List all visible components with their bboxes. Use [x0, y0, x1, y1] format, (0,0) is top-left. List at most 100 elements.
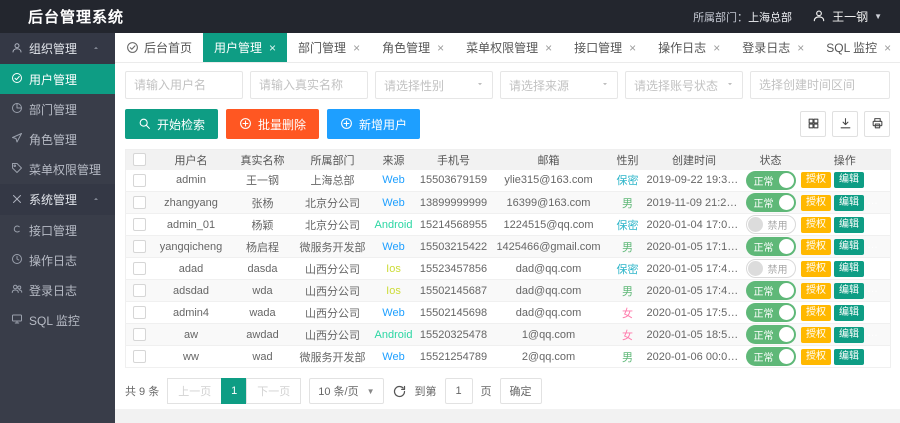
page-size-caret-down-icon: ▼	[367, 387, 375, 396]
cell-status: 正常	[742, 170, 800, 192]
page-size-select[interactable]: 10 条/页 ▼	[309, 378, 383, 404]
status-toggle[interactable]: 正常	[746, 303, 796, 322]
cell-phone: 13899999999	[419, 192, 489, 214]
status-toggle[interactable]: 正常	[746, 281, 796, 300]
sidebar-item[interactable]: 菜单权限管理	[0, 154, 115, 184]
row-checkbox[interactable]	[133, 262, 146, 275]
sidebar-group-label: 系统管理	[29, 191, 77, 208]
tab-item[interactable]: 接口管理×	[563, 33, 647, 62]
caret-down-icon	[726, 80, 734, 89]
auth-button[interactable]: 授权	[801, 305, 831, 321]
tab-close-icon[interactable]: ×	[269, 42, 276, 54]
total-count: 共 9 条	[125, 383, 159, 399]
select-all-checkbox[interactable]	[133, 153, 146, 166]
columns-button[interactable]	[800, 111, 826, 137]
row-checkbox[interactable]	[133, 350, 146, 363]
sidebar-group[interactable]: 系统管理	[0, 184, 115, 215]
auth-button[interactable]: 授权	[801, 261, 831, 277]
tab-item[interactable]: 登录日志×	[731, 33, 815, 62]
tab-item[interactable]: 角色管理×	[371, 33, 455, 62]
row-checkbox[interactable]	[133, 174, 146, 187]
goto-page-input[interactable]	[445, 378, 473, 404]
page-number-button[interactable]: 1	[221, 378, 247, 404]
goto-confirm-button[interactable]: 确定	[500, 378, 542, 404]
batch-delete-button[interactable]: 批量删除	[226, 109, 319, 139]
status-toggle-label: 正常	[754, 327, 774, 342]
row-checkbox[interactable]	[133, 218, 146, 231]
edit-button[interactable]: 编辑	[834, 195, 864, 211]
user-menu[interactable]: 王一钢 ▼	[812, 8, 882, 25]
edit-button[interactable]: 编辑	[834, 305, 864, 321]
auth-button[interactable]: 授权	[801, 239, 831, 255]
search-button[interactable]: 开始检索	[125, 109, 218, 139]
next-page-button[interactable]: 下一页	[246, 378, 301, 404]
sidebar-group[interactable]: 组织管理	[0, 33, 115, 64]
edit-button[interactable]: 编辑	[834, 217, 864, 233]
account-status-filter[interactable]: 请选择账号状态	[625, 71, 743, 99]
row-checkbox[interactable]	[133, 196, 146, 209]
tab-close-icon[interactable]: ×	[353, 42, 360, 54]
status-toggle[interactable]: 正常	[746, 347, 796, 366]
edit-button[interactable]: 编辑	[834, 172, 864, 188]
username-filter[interactable]	[125, 71, 243, 99]
sidebar-item[interactable]: 部门管理	[0, 94, 115, 124]
cell-phone: 15214568955	[419, 214, 489, 236]
tab-close-icon[interactable]: ×	[797, 42, 804, 54]
tab-close-icon[interactable]: ×	[437, 42, 444, 54]
source-filter[interactable]: 请选择来源	[500, 71, 618, 99]
cell-source: Android	[369, 324, 419, 346]
cell-email: 1425466@gmail.com	[489, 236, 609, 258]
add-user-button[interactable]: 新增用户	[327, 109, 420, 139]
auth-button[interactable]: 授权	[801, 283, 831, 299]
sidebar-item[interactable]: SQL 监控	[0, 305, 115, 335]
auth-button[interactable]: 授权	[801, 327, 831, 343]
cell-actions: 授权编辑删除	[800, 346, 891, 368]
edit-button[interactable]: 编辑	[834, 349, 864, 365]
edit-button[interactable]: 编辑	[834, 261, 864, 277]
auth-button[interactable]: 授权	[801, 349, 831, 365]
topbar-right: 所属部门：上海总部 王一钢 ▼	[693, 8, 900, 25]
refresh-button[interactable]	[392, 384, 407, 399]
auth-button[interactable]: 授权	[801, 195, 831, 211]
export-button[interactable]	[832, 111, 858, 137]
tab-item[interactable]: 部门管理×	[287, 33, 371, 62]
realname-filter[interactable]	[250, 71, 368, 99]
row-checkbox[interactable]	[133, 306, 146, 319]
tab-active[interactable]: 用户管理×	[203, 33, 287, 62]
tab-close-icon[interactable]: ×	[629, 42, 636, 54]
row-checkbox[interactable]	[133, 240, 146, 253]
prev-page-button[interactable]: 上一页	[167, 378, 222, 404]
sidebar-item[interactable]: 角色管理	[0, 124, 115, 154]
edit-button[interactable]: 编辑	[834, 239, 864, 255]
tab-close-icon[interactable]: ×	[545, 42, 552, 54]
status-toggle[interactable]: 正常	[746, 325, 796, 344]
status-toggle[interactable]: 正常	[746, 171, 796, 190]
auth-button[interactable]: 授权	[801, 172, 831, 188]
status-toggle[interactable]: 正常	[746, 237, 796, 256]
sidebar-item[interactable]: 用户管理	[0, 64, 115, 94]
sidebar-item[interactable]: 接口管理	[0, 215, 115, 245]
cell-dept: 山西分公司	[297, 324, 369, 346]
table-row: awawdad山西分公司Android155203254781@qq.com女2…	[126, 324, 891, 346]
status-toggle[interactable]: 正常	[746, 193, 796, 212]
tab-close-icon[interactable]: ×	[713, 42, 720, 54]
status-toggle[interactable]: 禁用	[746, 259, 796, 278]
sidebar-item[interactable]: 登录日志	[0, 275, 115, 305]
auth-button[interactable]: 授权	[801, 217, 831, 233]
tab-item[interactable]: SQL 监控×	[815, 33, 900, 62]
tab-item[interactable]: 操作日志×	[647, 33, 731, 62]
tab-close-icon[interactable]: ×	[884, 42, 891, 54]
tab-item[interactable]: 后台首页	[115, 33, 203, 62]
cell-source: Ios	[369, 280, 419, 302]
sidebar-item[interactable]: 操作日志	[0, 245, 115, 275]
row-checkbox[interactable]	[133, 328, 146, 341]
edit-button[interactable]: 编辑	[834, 283, 864, 299]
cell-gender: 男	[609, 236, 647, 258]
edit-button[interactable]: 编辑	[834, 327, 864, 343]
created-range-filter[interactable]	[750, 71, 890, 99]
tab-item[interactable]: 菜单权限管理×	[455, 33, 563, 62]
status-toggle[interactable]: 禁用	[746, 215, 796, 234]
gender-filter[interactable]: 请选择性别	[375, 71, 493, 99]
row-checkbox[interactable]	[133, 284, 146, 297]
print-button[interactable]	[864, 111, 890, 137]
